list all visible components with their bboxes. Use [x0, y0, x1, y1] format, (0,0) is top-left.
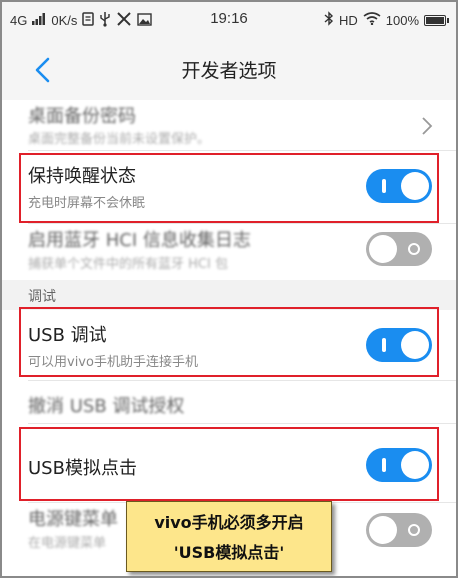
bluetooth-icon	[324, 11, 334, 29]
power-menu-toggle[interactable]	[366, 513, 432, 547]
bt-hci-log-title: 启用蓝牙 HCI 信息收集日志	[28, 230, 251, 251]
desktop-backup-title: 桌面备份密码	[28, 106, 136, 127]
toggle-ring	[408, 524, 420, 536]
revoke-usb-auth-title: 撤消 USB 调试授权	[28, 396, 185, 417]
bt-hci-log-toggle[interactable]	[366, 232, 432, 266]
toggle-ring	[408, 243, 420, 255]
toggle-bar	[382, 458, 386, 472]
power-menu-title: 电源键菜单	[28, 509, 118, 530]
section-label: 调试	[28, 289, 56, 305]
toggle-knob	[369, 235, 397, 263]
battery-percent: 100%	[385, 12, 419, 28]
status-bar: 4G 0K/s 19:16 HD 100%	[2, 2, 456, 40]
annotation-callout: vivo手机必须多开启 'USB模拟点击'	[126, 501, 332, 572]
stay-awake-toggle[interactable]	[366, 169, 432, 203]
battery-icon	[424, 14, 449, 26]
stay-awake-row[interactable]: 保持唤醒状态 充电时屏幕不会休眠	[2, 151, 456, 223]
usb-debugging-row[interactable]: USB 调试 可以用vivo手机助手连接手机	[2, 310, 456, 380]
title-bar: 开发者选项	[2, 40, 456, 100]
wifi-icon	[363, 12, 381, 28]
toggle-bar	[382, 179, 386, 193]
usb-simulated-click-title: USB模拟点击	[28, 458, 137, 479]
hd-label: HD	[338, 12, 358, 28]
bt-hci-log-row[interactable]: 启用蓝牙 HCI 信息收集日志 捕获单个文件中的所有蓝牙 HCI 包	[2, 224, 456, 278]
status-right: HD 100%	[324, 11, 449, 29]
stay-awake-title: 保持唤醒状态	[28, 166, 136, 187]
callout-line-2: 'USB模拟点击'	[173, 543, 285, 562]
bt-hci-log-subtitle: 捕获单个文件中的所有蓝牙 HCI 包	[28, 257, 228, 272]
revoke-usb-auth-row[interactable]: 撤消 USB 调试授权	[2, 381, 456, 423]
screenshot-frame: 4G 0K/s 19:16 HD 100% 开发者选项 桌面备份密码 桌面完整备…	[0, 0, 458, 578]
chevron-right-icon	[422, 117, 433, 135]
toggle-knob	[401, 451, 429, 479]
toggle-bar	[382, 338, 386, 352]
stay-awake-subtitle: 充电时屏幕不会休眠	[28, 196, 146, 211]
section-header-debug: 调试	[2, 280, 456, 310]
usb-debugging-subtitle: 可以用vivo手机助手连接手机	[28, 355, 198, 370]
toggle-knob	[401, 172, 429, 200]
desktop-backup-subtitle: 桌面完整备份当前未设置保护。	[28, 132, 211, 147]
usb-debugging-toggle[interactable]	[366, 328, 432, 362]
usb-simulated-click-row[interactable]: USB模拟点击	[2, 424, 456, 502]
usb-simulated-click-toggle[interactable]	[366, 448, 432, 482]
page-title: 开发者选项	[181, 60, 277, 82]
power-menu-subtitle: 在电源键菜单	[28, 536, 107, 551]
callout-line-1: vivo手机必须多开启	[154, 513, 304, 532]
desktop-backup-row[interactable]: 桌面备份密码 桌面完整备份当前未设置保护。	[2, 100, 456, 150]
usb-debugging-title: USB 调试	[28, 325, 107, 346]
toggle-knob	[369, 516, 397, 544]
toggle-knob	[401, 331, 429, 359]
